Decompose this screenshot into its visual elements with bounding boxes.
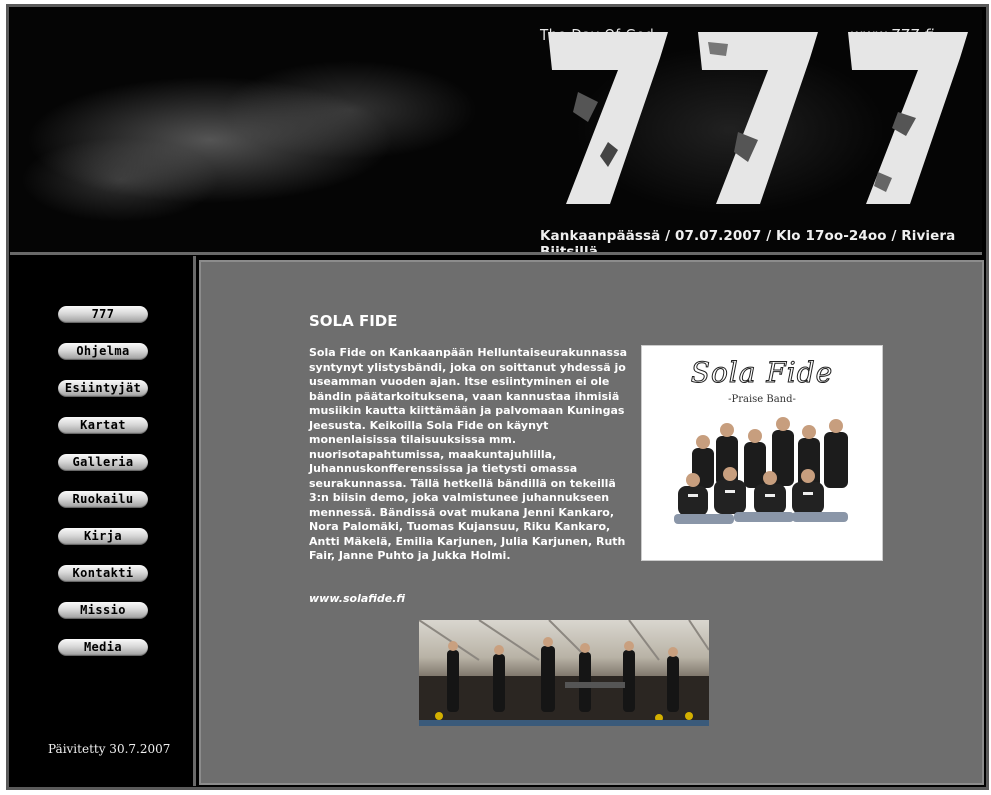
- band-group-image: [674, 417, 848, 524]
- band-description: Sola Fide on Kankaanpään Helluntaiseurak…: [309, 346, 628, 562]
- event-info: Kankaanpäässä / 07.07.2007 / Klo 17oo-24…: [540, 228, 956, 255]
- band-logo-text: Sola Fide: [690, 356, 834, 390]
- page-title: SOLA FIDE: [309, 312, 398, 330]
- nav-item-777[interactable]: 777: [58, 306, 148, 323]
- nav-item-media[interactable]: Media: [58, 639, 148, 656]
- nav-item-kartat[interactable]: Kartat: [58, 417, 148, 434]
- logo-seven-1: [548, 32, 668, 204]
- nav-item-kontakti[interactable]: Kontakti: [58, 565, 148, 582]
- main-content: SOLA FIDE Sola Fide on Kankaanpään Hellu…: [199, 260, 984, 785]
- logo-seven-3: [848, 32, 968, 204]
- sidebar-nav: 777 Ohjelma Esiintyjät Kartat Galleria R…: [10, 256, 196, 786]
- band-logo-subtitle: -Praise Band-: [728, 394, 796, 405]
- band-website-link[interactable]: www.solafide.fi: [309, 592, 405, 605]
- band-photo: Sola Fide -Praise Band-: [641, 345, 883, 561]
- header-banner: The Day Of God www.777.fi Kankaanpäässä …: [10, 10, 982, 255]
- nav-item-ohjelma[interactable]: Ohjelma: [58, 343, 148, 360]
- nav-item-kirja[interactable]: Kirja: [58, 528, 148, 545]
- nav-item-galleria[interactable]: Galleria: [58, 454, 148, 471]
- nav-item-esiintyjat[interactable]: Esiintyjät: [58, 380, 148, 397]
- updated-date: Päivitetty 30.7.2007: [48, 742, 171, 756]
- nav-item-missio[interactable]: Missio: [58, 602, 148, 619]
- concert-photo: [419, 620, 709, 726]
- nav-item-ruokailu[interactable]: Ruokailu: [58, 491, 148, 508]
- logo-seven-2: [698, 32, 818, 204]
